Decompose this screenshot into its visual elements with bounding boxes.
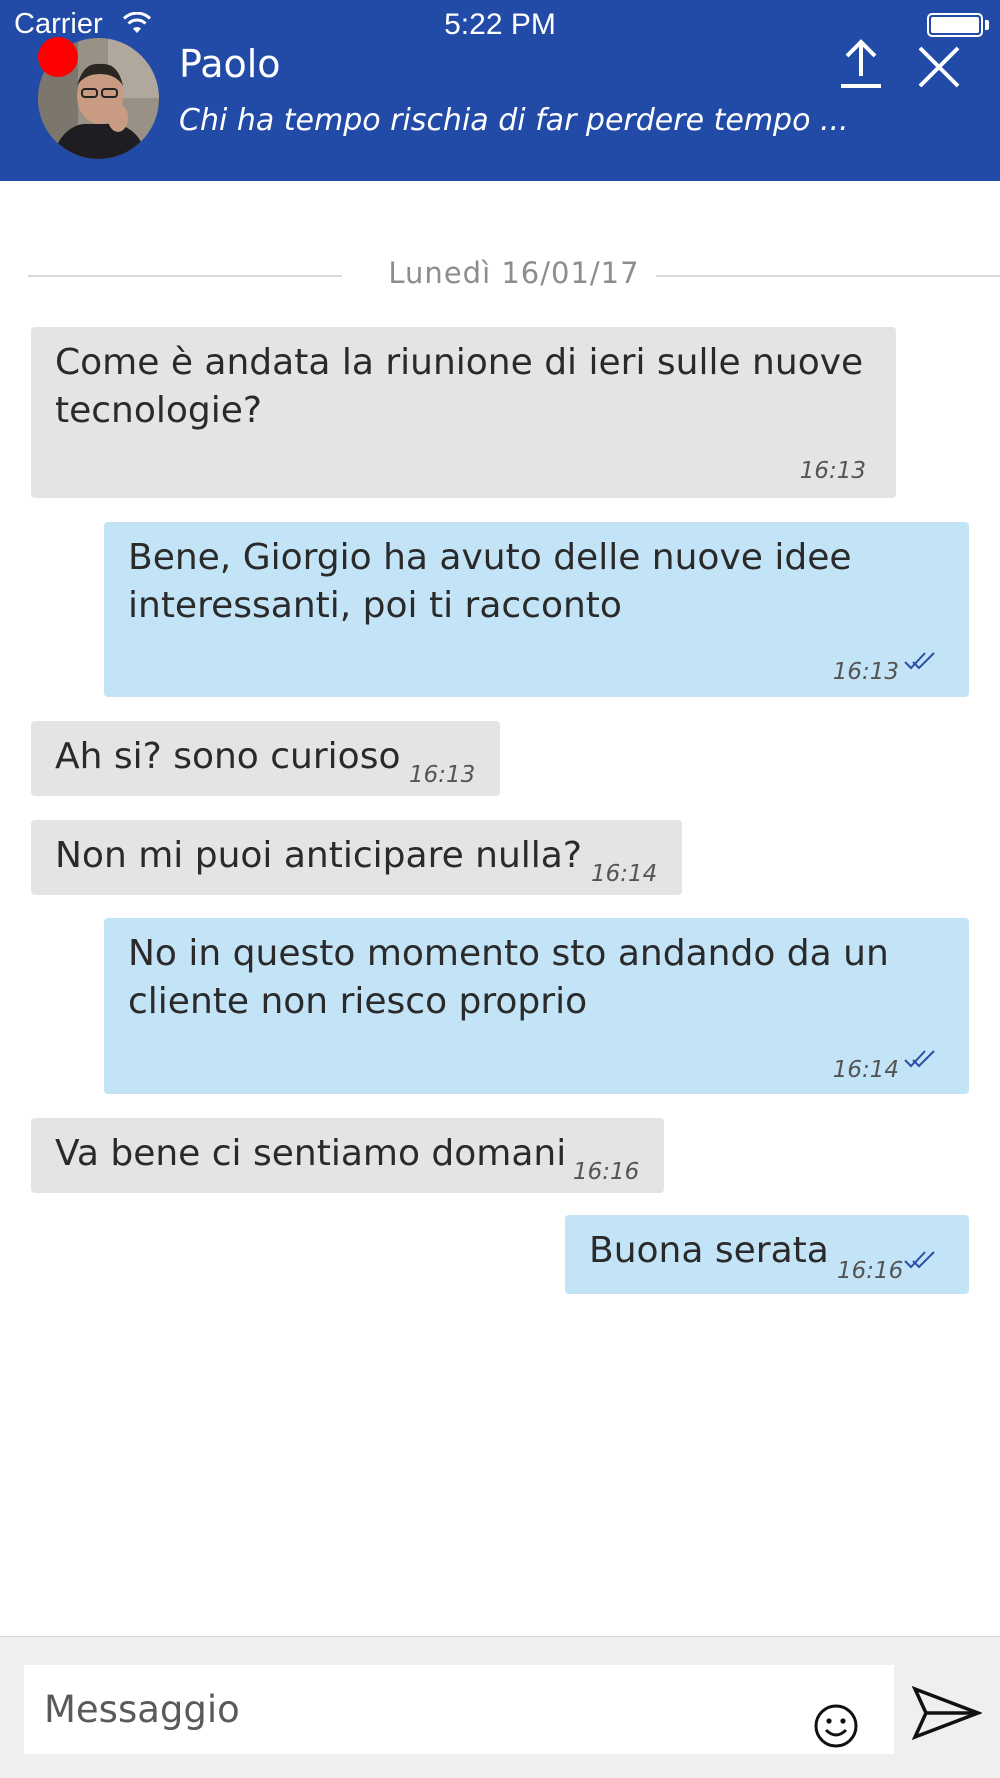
status-time: 5:22 PM — [444, 8, 556, 41]
message-text: No in questo momento sto andando da un c… — [128, 933, 889, 1022]
outgoing-message[interactable]: Buona serata 16:16 — [565, 1215, 969, 1294]
incoming-message[interactable]: Ah si? sono curioso 16:13 — [31, 721, 500, 796]
smiley-icon[interactable] — [812, 1702, 860, 1750]
contact-status: Chi ha tempo rischia di far perdere temp… — [179, 103, 849, 138]
message-text: Va bene ci sentiamo domani — [55, 1133, 567, 1174]
chat-header: Carrier 5:22 PM Paolo Chi ha tempo risch… — [0, 0, 1000, 181]
message-time: 16:14 — [591, 861, 658, 887]
message-time: 16:16 — [573, 1159, 640, 1185]
message-time: 16:14 — [832, 1057, 899, 1083]
divider-line — [656, 275, 1000, 277]
day-divider: Lunedì 16/01/17 — [28, 256, 1000, 296]
read-receipt-icon — [904, 1050, 935, 1068]
message-text: Bene, Giorgio ha avuto delle nuove idee … — [128, 537, 852, 626]
message-list[interactable]: Lunedì 16/01/17 Come è andata la riunion… — [0, 181, 1000, 1636]
message-text: Non mi puoi anticipare nulla? — [55, 835, 582, 876]
upload-icon[interactable] — [838, 38, 884, 90]
incoming-message[interactable]: Come è andata la riunione di ieri sulle … — [31, 327, 896, 498]
incoming-message[interactable]: Va bene ci sentiamo domani 16:16 — [31, 1118, 664, 1193]
send-icon[interactable] — [912, 1685, 982, 1741]
message-time: 16:13 — [409, 762, 476, 788]
message-input[interactable] — [24, 1665, 894, 1754]
contact-name[interactable]: Paolo — [179, 42, 281, 86]
read-receipt-icon — [904, 652, 935, 670]
battery-tip — [985, 20, 989, 30]
message-text: Buona serata — [589, 1230, 829, 1271]
message-time: 16:13 — [799, 458, 866, 484]
message-time: 16:13 — [832, 659, 899, 685]
outgoing-message[interactable]: Bene, Giorgio ha avuto delle nuove idee … — [104, 522, 969, 697]
presence-indicator — [38, 37, 78, 77]
message-time: 16:16 — [837, 1258, 904, 1284]
message-text: Ah si? sono curioso — [55, 736, 401, 777]
incoming-message[interactable]: Non mi puoi anticipare nulla? 16:14 — [31, 820, 682, 895]
battery-icon — [927, 13, 983, 37]
message-composer — [0, 1636, 1000, 1778]
close-icon[interactable] — [916, 44, 962, 90]
day-label: Lunedì 16/01/17 — [388, 256, 640, 290]
outgoing-message[interactable]: No in questo momento sto andando da un c… — [104, 918, 969, 1094]
message-text: Come è andata la riunione di ieri sulle … — [55, 342, 864, 431]
read-receipt-icon — [904, 1251, 935, 1269]
